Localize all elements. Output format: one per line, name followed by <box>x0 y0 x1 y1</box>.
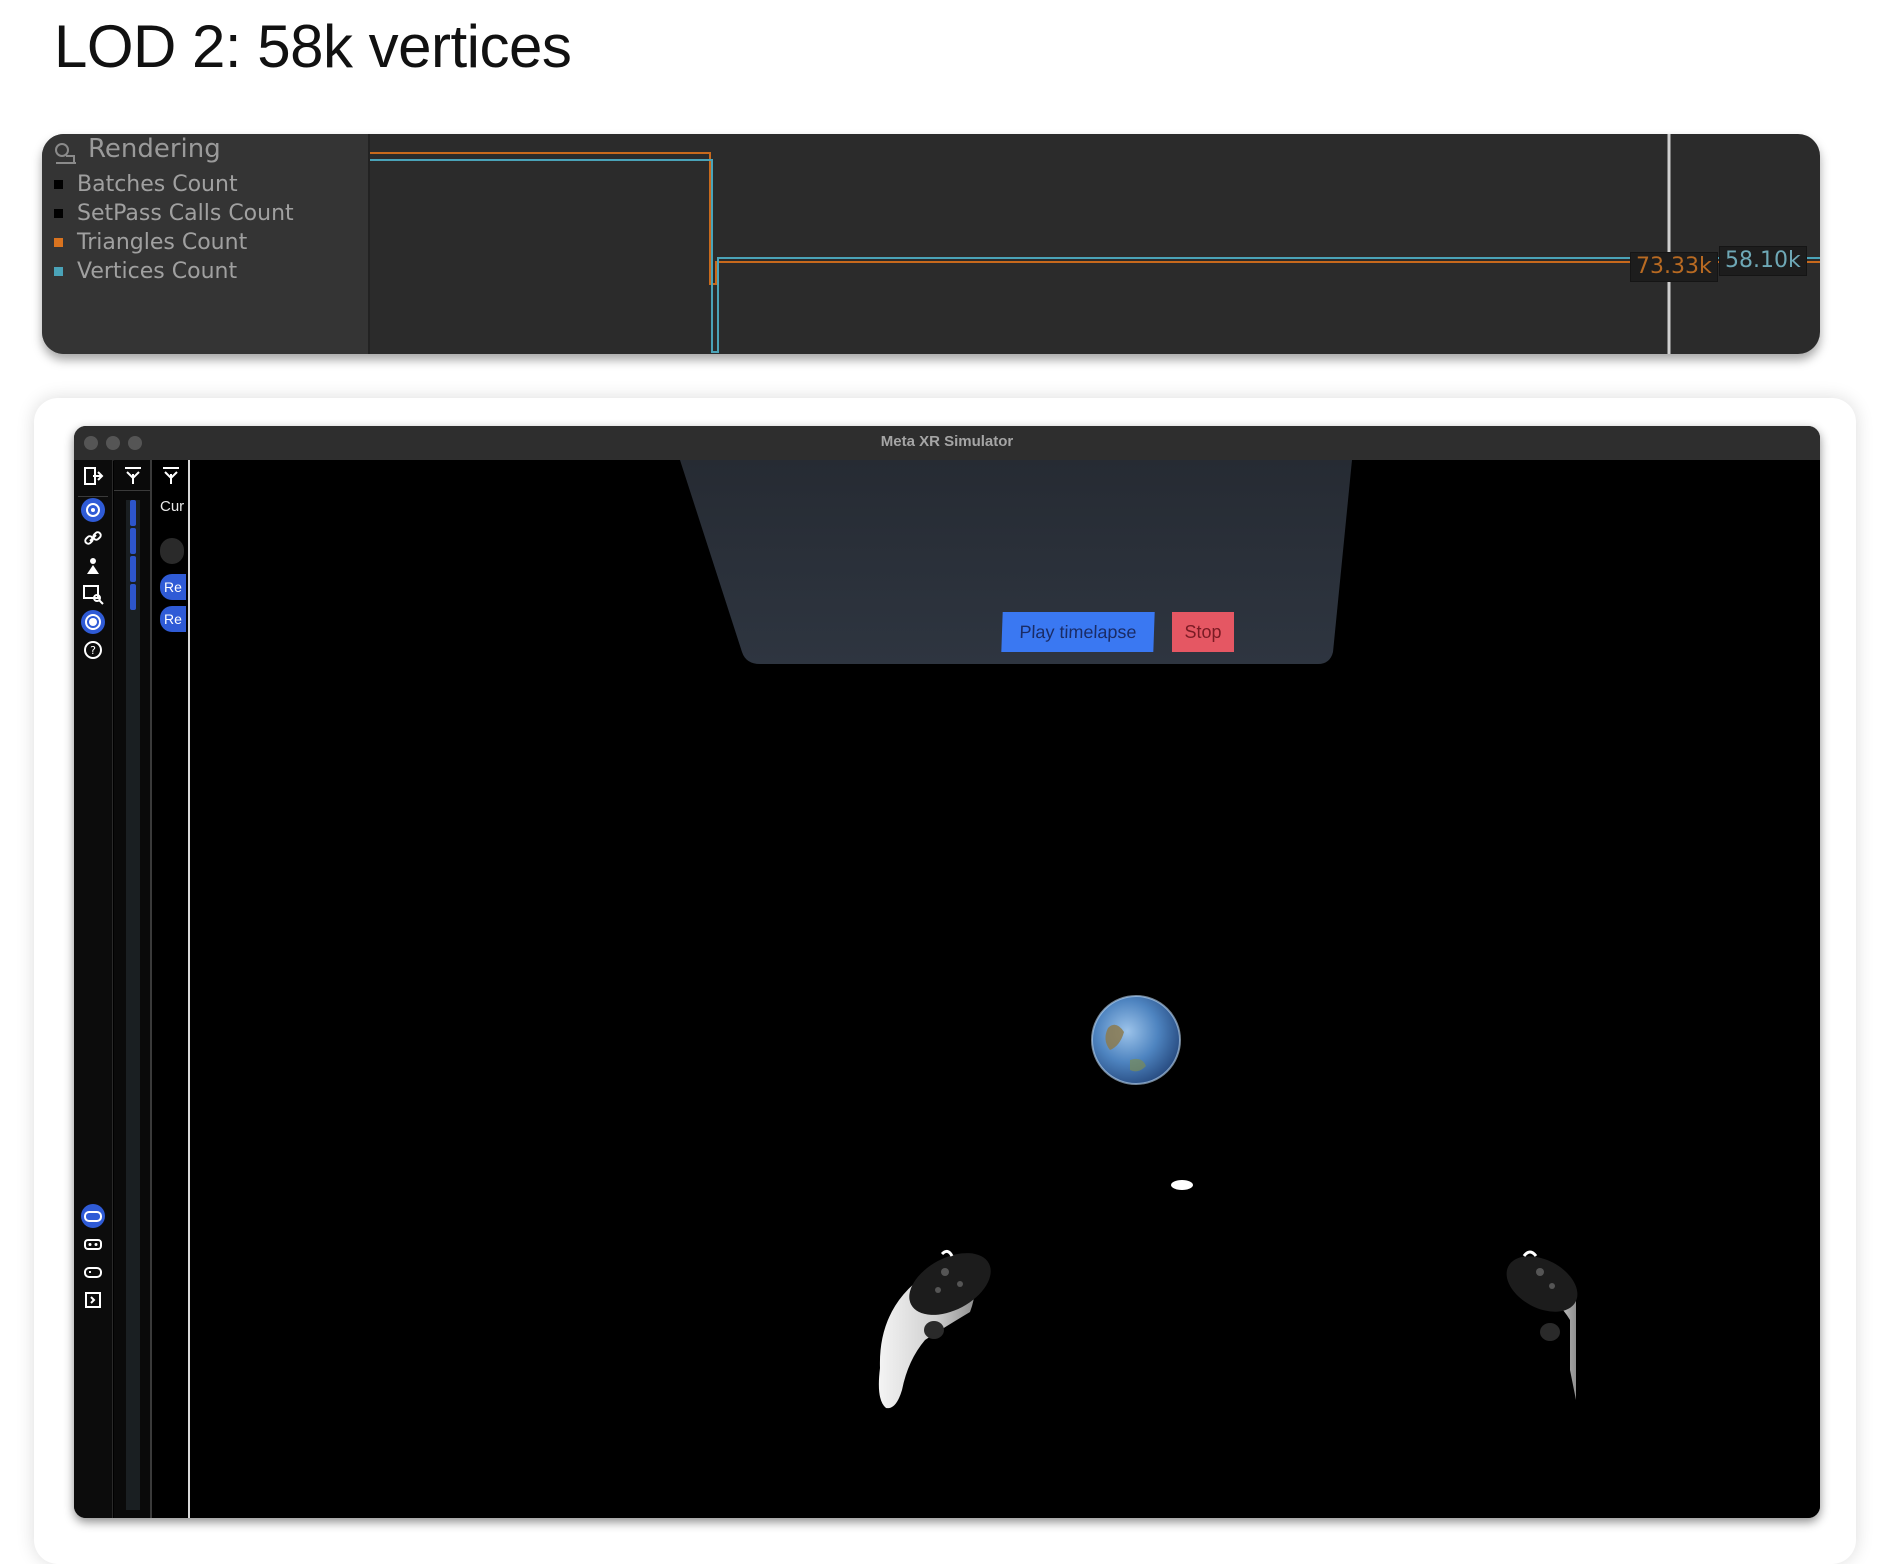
collapse-panel-icon[interactable] <box>160 464 182 486</box>
panel-item-indicator[interactable] <box>130 528 136 554</box>
panel-scroll-track <box>126 500 140 1510</box>
legend-item-batches[interactable]: Batches Count <box>54 172 238 197</box>
profiler-legend-panel: Rendering Batches Count SetPass Calls Co… <box>42 134 370 354</box>
legend-item-triangles[interactable]: Triangles Count <box>54 230 247 255</box>
legend-label: Batches Count <box>77 172 238 197</box>
play-timelapse-button[interactable]: Play timelapse <box>1001 612 1155 652</box>
panel-toggle-icon[interactable] <box>81 1288 105 1312</box>
right-controller-model <box>1506 1250 1578 1400</box>
legend-item-setpass[interactable]: SetPass Calls Count <box>54 201 294 226</box>
panel-item-indicator[interactable] <box>130 584 136 610</box>
panel-item-indicator[interactable] <box>130 500 136 526</box>
triangles-series-line <box>370 152 1820 285</box>
simulator-toolbar: ? <box>74 460 113 1518</box>
collapse-panel-icon[interactable] <box>122 464 144 486</box>
gamepad-icon[interactable] <box>81 1260 105 1284</box>
panel-current-label: Cur <box>160 498 185 515</box>
legend-label: Triangles Count <box>77 230 248 255</box>
vertices-series-line <box>370 159 1820 353</box>
meta-xr-simulator-window: Meta XR Simulator ? Cur Re Re Play timel… <box>74 426 1820 1518</box>
legend-label: SetPass Calls Count <box>77 201 294 226</box>
legend-label: Vertices Count <box>77 259 238 284</box>
reset-button[interactable]: Re <box>160 606 186 632</box>
profiler-graph-lines <box>370 134 1820 354</box>
svg-text:?: ? <box>90 644 96 657</box>
headset-icon[interactable] <box>81 1232 105 1256</box>
panel-item-indicator[interactable] <box>130 556 136 582</box>
person-scene-icon[interactable] <box>81 554 105 578</box>
left-controller-model <box>878 1249 991 1409</box>
panel-divider <box>114 490 150 491</box>
profiler-title: Rendering <box>88 134 221 164</box>
legend-swatch <box>54 209 63 218</box>
legend-swatch <box>54 180 63 189</box>
profiler-rendering-module: Rendering Batches Count SetPass Calls Co… <box>42 134 1820 354</box>
legend-item-vertices[interactable]: Vertices Count <box>54 259 237 284</box>
controller-icon[interactable] <box>81 1204 105 1228</box>
reset-button[interactable]: Re <box>160 574 186 600</box>
collapsed-panel-1 <box>114 460 152 1518</box>
window-titlebar[interactable]: Meta XR Simulator <box>74 426 1820 461</box>
earth-globe <box>1091 995 1181 1085</box>
link-icon[interactable] <box>81 526 105 550</box>
legend-swatch <box>54 238 63 247</box>
vertices-value-badge: 58.10k <box>1719 246 1807 276</box>
legend-swatch <box>54 267 63 276</box>
xr-viewport[interactable]: Play timelapse Stop <box>190 460 1820 1518</box>
gaze-cursor <box>1171 1180 1193 1190</box>
profiler-graph[interactable]: 73.33k 58.10k <box>370 134 1820 354</box>
record-icon[interactable] <box>81 610 105 634</box>
collapsed-panel-2: Cur Re Re <box>152 460 190 1518</box>
stop-button[interactable]: Stop <box>1172 612 1234 652</box>
window-title: Meta XR Simulator <box>880 433 1014 450</box>
settings-gear-icon[interactable] <box>81 498 105 522</box>
image-search-icon[interactable] <box>81 582 105 606</box>
rendering-icon <box>55 143 76 164</box>
exit-icon[interactable] <box>81 464 105 488</box>
triangles-value-badge: 73.33k <box>1630 252 1718 282</box>
page-heading: LOD 2: 58k vertices <box>54 13 572 80</box>
help-icon[interactable]: ? <box>81 638 105 662</box>
panel-toggle-control[interactable] <box>160 538 184 564</box>
toolbar-divider <box>78 496 108 497</box>
